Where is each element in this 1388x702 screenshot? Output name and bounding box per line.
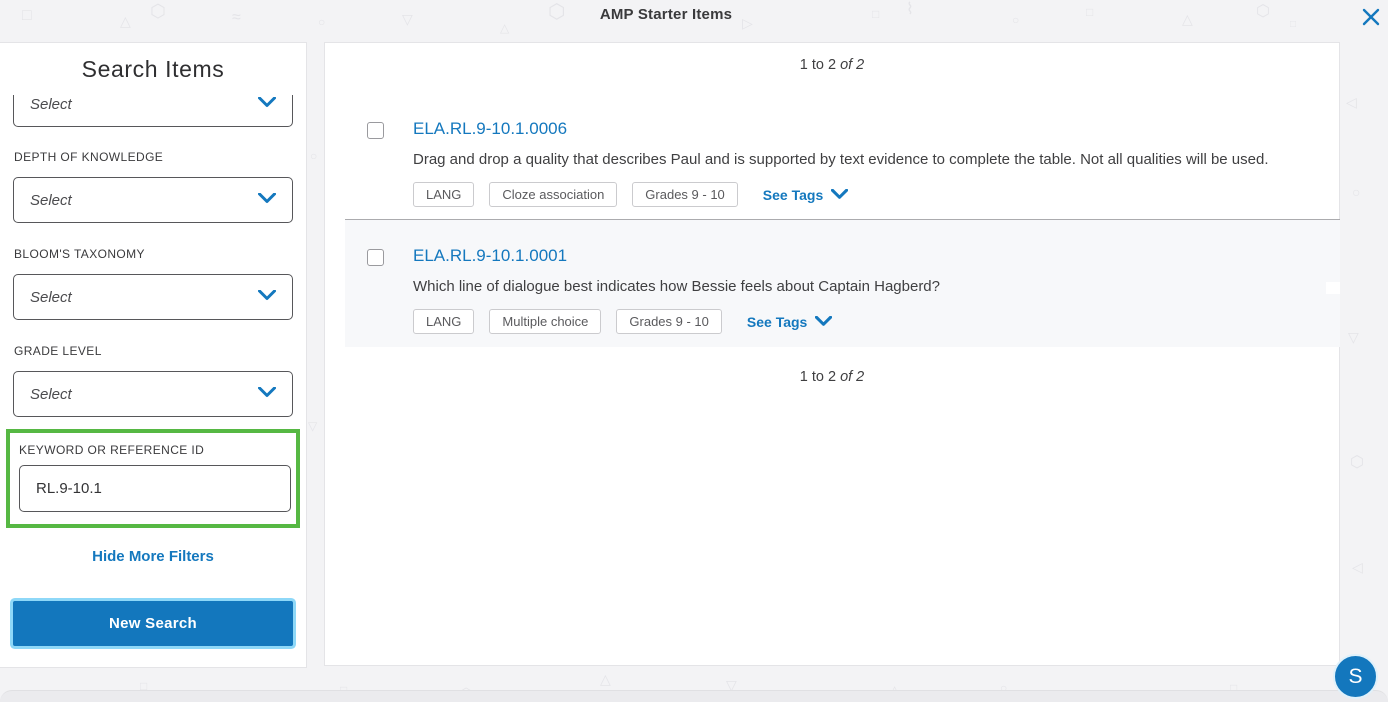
chevron-down-icon — [258, 385, 276, 403]
item-title-link[interactable]: ELA.RL.9-10.1.0006 — [413, 119, 567, 139]
pattern-shape: ▽ — [1348, 330, 1359, 344]
select-placeholder: Select — [30, 289, 72, 306]
depth-of-knowledge-label: DEPTH OF KNOWLEDGE — [14, 150, 163, 164]
scrollbar-notch — [1326, 282, 1340, 294]
see-tags-label: See Tags — [763, 187, 823, 203]
pattern-shape: ▽ — [308, 420, 317, 432]
select-placeholder: Select — [30, 192, 72, 209]
item-tags-row: LANG Cloze association Grades 9 - 10 See… — [413, 182, 848, 207]
sidebar-title: Search Items — [0, 56, 306, 83]
chevron-down-icon — [807, 314, 832, 330]
keyword-or-reference-id-label: KEYWORD OR REFERENCE ID — [19, 443, 204, 457]
close-icon — [1361, 7, 1381, 30]
chevron-down-icon — [258, 191, 276, 209]
pagination-bottom: 1 to 2 of 2 — [325, 369, 1339, 385]
pagination-range: 1 to 2 — [800, 57, 840, 73]
pattern-shape: ◁ — [1352, 560, 1363, 574]
blooms-taxonomy-select[interactable]: Select — [13, 274, 293, 320]
keyword-or-reference-id-input[interactable] — [19, 465, 291, 512]
grade-level-label: GRADE LEVEL — [14, 344, 102, 358]
see-tags-label: See Tags — [747, 314, 807, 330]
avatar-initial: S — [1348, 665, 1362, 689]
tag-pill: LANG — [413, 182, 474, 207]
tag-pill: Grades 9 - 10 — [632, 182, 738, 207]
blooms-taxonomy-label: BLOOM'S TAXONOMY — [14, 247, 145, 261]
item-description: Which line of dialogue best indicates ho… — [413, 278, 940, 295]
item-checkbox[interactable] — [367, 249, 384, 266]
item-checkbox[interactable] — [367, 122, 384, 139]
pattern-shape: ◁ — [1346, 95, 1357, 109]
search-filters-sidebar: Search Items Select DEPTH OF KNOWLEDGE S… — [0, 42, 307, 668]
annotation-highlight-box: KEYWORD OR REFERENCE ID — [6, 429, 300, 528]
page-title: AMP Starter Items — [0, 6, 1332, 23]
chevron-down-icon — [258, 288, 276, 306]
pattern-shape: ⬡ — [1350, 455, 1364, 471]
clipped-filter-select[interactable]: Select — [13, 95, 293, 127]
pattern-shape: ○ — [310, 150, 317, 162]
see-tags-button[interactable]: See Tags — [747, 314, 832, 330]
clipped-filter-select-viewport: Select — [13, 95, 293, 128]
footer-band — [0, 690, 1388, 702]
amp-starter-items-modal: □△⬡≈○▽△⬡▷□⌇○□△⬡□◁○▽⬡◁○▽□△▽○□⬡△□ AMP Star… — [0, 0, 1388, 702]
see-tags-button[interactable]: See Tags — [763, 187, 848, 203]
pagination-top: 1 to 2 of 2 — [325, 57, 1339, 73]
item-tags-row: LANG Multiple choice Grades 9 - 10 See T… — [413, 309, 832, 334]
tag-pill: Cloze association — [489, 182, 617, 207]
search-results-panel: 1 to 2 of 2 ELA.RL.9-10.1.0006 Drag and … — [324, 42, 1340, 666]
select-placeholder: Select — [30, 96, 72, 113]
pattern-shape: △ — [600, 672, 611, 686]
user-avatar-button[interactable]: S — [1333, 654, 1378, 699]
pattern-shape: △ — [500, 22, 509, 34]
chevron-down-icon — [258, 95, 276, 113]
grade-level-select[interactable]: Select — [13, 371, 293, 417]
hide-more-filters-link[interactable]: Hide More Filters — [0, 548, 306, 565]
item-title-link[interactable]: ELA.RL.9-10.1.0001 — [413, 246, 567, 266]
select-placeholder: Select — [30, 386, 72, 403]
pagination-total: of 2 — [840, 57, 864, 73]
pattern-shape: ○ — [1352, 185, 1360, 199]
depth-of-knowledge-select[interactable]: Select — [13, 177, 293, 223]
tag-pill: LANG — [413, 309, 474, 334]
pagination-range: 1 to 2 — [800, 369, 840, 385]
pagination-total: of 2 — [840, 369, 864, 385]
tag-pill: Grades 9 - 10 — [616, 309, 722, 334]
item-description: Drag and drop a quality that describes P… — [413, 151, 1269, 168]
close-button[interactable] — [1356, 3, 1386, 33]
tag-pill: Multiple choice — [489, 309, 601, 334]
chevron-down-icon — [823, 187, 848, 203]
new-search-button[interactable]: New Search — [13, 601, 293, 646]
